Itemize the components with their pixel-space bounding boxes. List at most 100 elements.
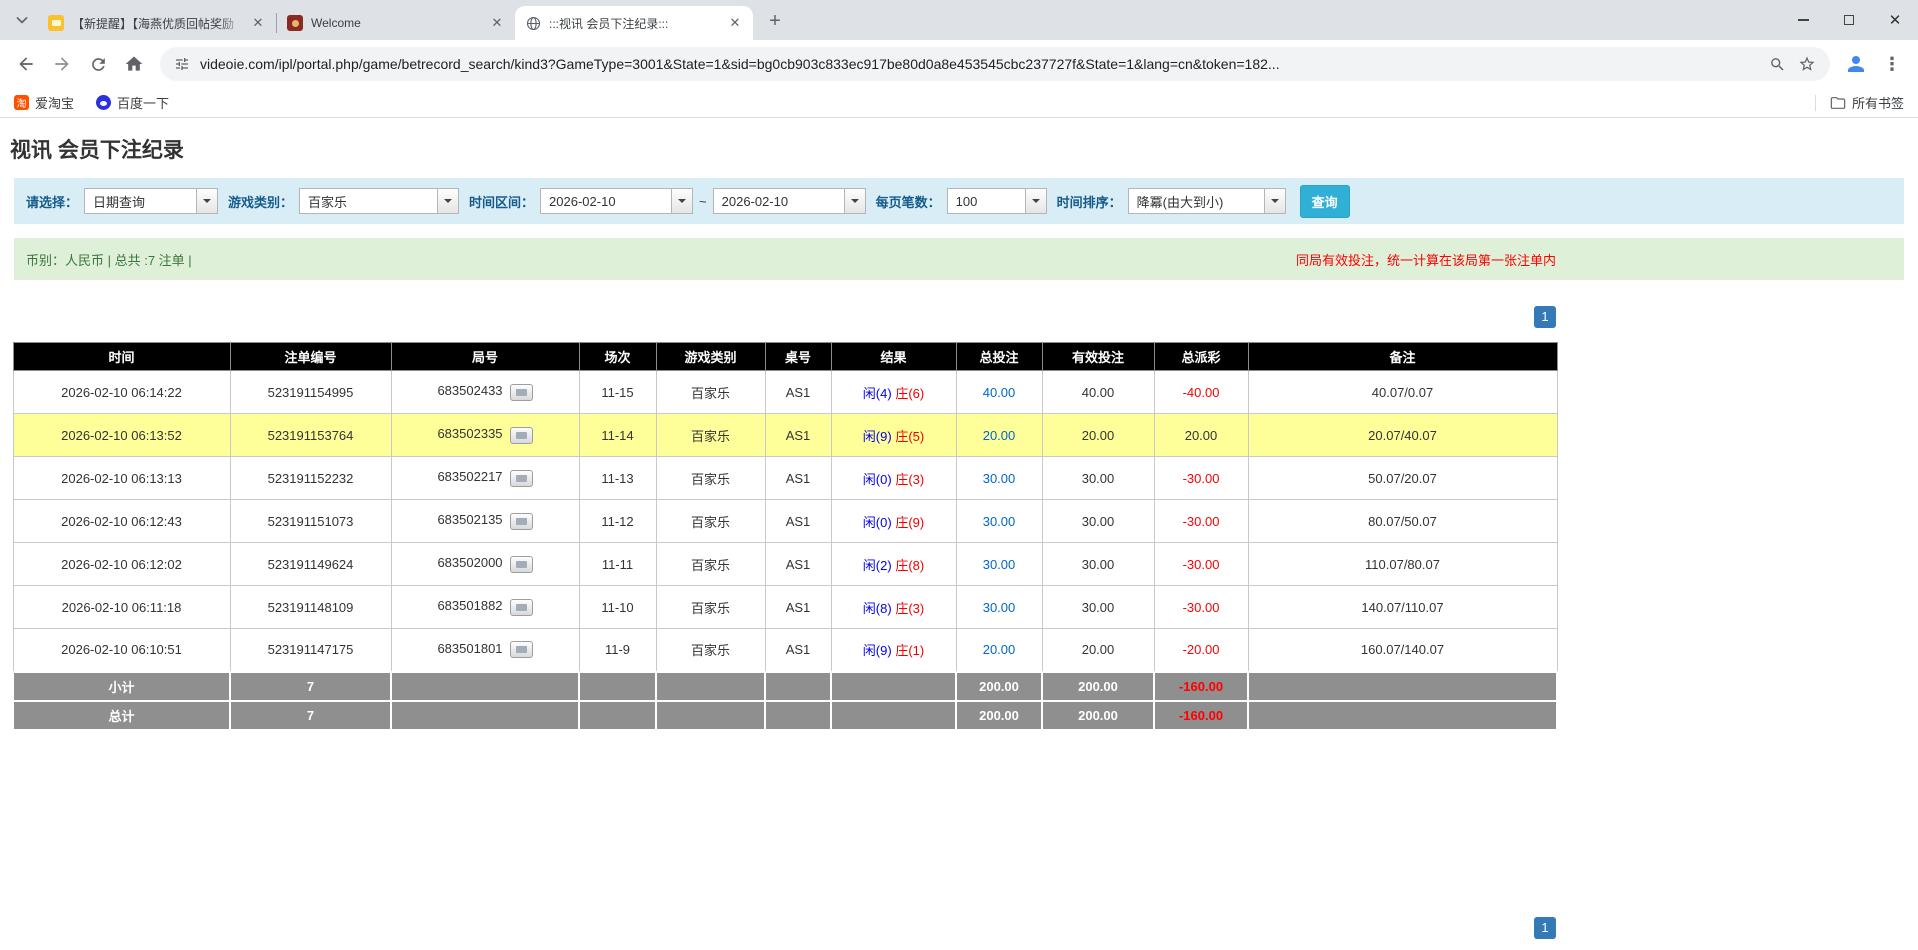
profile-avatar[interactable]: [1838, 46, 1874, 82]
cell-remark: 50.07/20.07: [1248, 457, 1557, 500]
game-type-select[interactable]: 百家乐: [299, 188, 459, 214]
cell-round: 683502217: [391, 457, 579, 500]
replay-video-icon[interactable]: [510, 599, 533, 616]
bookmark-label: 百度一下: [117, 93, 169, 112]
result-player: 闲(4): [863, 386, 892, 401]
close-tab-icon[interactable]: ✕: [250, 15, 266, 31]
bet-record-table: 时间注单编号局号场次游戏类别桌号结果总投注有效投注总派彩备注 2026-02-1…: [12, 342, 1558, 731]
column-header: 桌号: [765, 343, 831, 371]
same-round-notice-text: 同局有效投注，统一计算在该局第一张注单内: [1296, 250, 1556, 269]
cell-session: 11-12: [579, 500, 656, 543]
page-1-button[interactable]: 1: [1534, 306, 1556, 328]
cell-remark: 80.07/50.07: [1248, 500, 1557, 543]
bet-table-head-row: 时间注单编号局号场次游戏类别桌号结果总投注有效投注总派彩备注: [13, 343, 1557, 371]
close-tab-icon[interactable]: ✕: [727, 15, 743, 31]
browser-menu-kebab-icon[interactable]: ⋮: [1874, 46, 1910, 82]
taobao-icon: 淘: [14, 95, 29, 110]
query-type-select[interactable]: 日期查询: [84, 188, 218, 214]
maximize-button[interactable]: [1826, 0, 1872, 40]
forum-favicon-icon: [48, 15, 64, 31]
column-header: 有效投注: [1042, 343, 1154, 371]
home-button[interactable]: [116, 46, 152, 82]
column-header: 局号: [391, 343, 579, 371]
cell-result: 闲(9) 庄(1): [831, 629, 956, 672]
chevron-down-icon[interactable]: [671, 189, 692, 213]
reload-button[interactable]: [80, 46, 116, 82]
cell-result: 闲(9) 庄(5): [831, 414, 956, 457]
chevron-down-icon[interactable]: [196, 189, 217, 213]
bookmark-taobao[interactable]: 淘 爱淘宝: [14, 93, 74, 112]
date-to-picker[interactable]: 2026-02-10: [713, 188, 866, 214]
result-banker: 庄(3): [895, 601, 924, 616]
replay-video-icon[interactable]: [510, 427, 533, 444]
cell-valid-bet: 40.00: [1042, 371, 1154, 414]
table-row: 2026-02-10 06:13:13523191152232683502217…: [13, 457, 1557, 500]
cell-bet-id: 523191151073: [230, 500, 391, 543]
total-bet-link[interactable]: 30.00: [983, 600, 1016, 615]
page-size-select[interactable]: 100: [947, 188, 1047, 214]
navigation-bar: videoie.com/ipl/portal.php/game/betrecor…: [0, 40, 1918, 88]
forward-button[interactable]: [44, 46, 80, 82]
cell-total-bet: 30.00: [956, 500, 1042, 543]
close-tab-icon[interactable]: ✕: [489, 15, 505, 31]
cell-game-type: 百家乐: [656, 414, 765, 457]
cell-total-bet: 30.00: [956, 543, 1042, 586]
replay-video-icon[interactable]: [510, 384, 533, 401]
cell-valid-bet: 20.00: [1042, 414, 1154, 457]
bookmark-star-icon[interactable]: [1798, 55, 1816, 73]
date-from-picker[interactable]: 2026-02-10: [540, 188, 693, 214]
replay-video-icon[interactable]: [510, 513, 533, 530]
tab-welcome[interactable]: Welcome ✕: [277, 6, 515, 40]
payout-value: -20.00: [1183, 642, 1220, 657]
search-button[interactable]: 查询: [1300, 185, 1350, 218]
cell-table-no: AS1: [765, 543, 831, 586]
site-settings-icon[interactable]: [174, 56, 190, 72]
tab-search-chevron-icon[interactable]: [8, 6, 36, 34]
cell-session: 11-10: [579, 586, 656, 629]
tab-forum[interactable]: 【新提醒】【海燕优质回帖奖励 ✕: [38, 6, 276, 40]
replay-video-icon[interactable]: [510, 556, 533, 573]
cell-round: 683502433: [391, 371, 579, 414]
column-header: 总投注: [956, 343, 1042, 371]
column-header: 场次: [579, 343, 656, 371]
footer-label: 总计: [13, 701, 230, 730]
total-bet-link[interactable]: 30.00: [983, 471, 1016, 486]
close-window-button[interactable]: ✕: [1872, 0, 1918, 40]
divider: [1815, 95, 1816, 111]
cell-remark: 20.07/40.07: [1248, 414, 1557, 457]
sort-select[interactable]: 降冪(由大到小): [1128, 188, 1286, 214]
cell-table-no: AS1: [765, 629, 831, 672]
cell-table-no: AS1: [765, 414, 831, 457]
new-tab-button[interactable]: +: [761, 7, 789, 35]
total-bet-link[interactable]: 20.00: [983, 428, 1016, 443]
cell-table-no: AS1: [765, 457, 831, 500]
total-bet-link[interactable]: 30.00: [983, 514, 1016, 529]
total-bet-link[interactable]: 20.00: [983, 642, 1016, 657]
table-row: 2026-02-10 06:14:22523191154995683502433…: [13, 371, 1557, 414]
chevron-down-icon[interactable]: [437, 189, 458, 213]
tab-bet-record-active[interactable]: :::视讯 会员下注纪录::: ✕: [515, 6, 753, 40]
chevron-down-icon[interactable]: [1264, 189, 1285, 213]
url-text[interactable]: videoie.com/ipl/portal.php/game/betrecor…: [200, 56, 1757, 72]
result-banker: 庄(9): [895, 515, 924, 530]
zoom-icon[interactable]: [1769, 56, 1786, 73]
welcome-favicon-icon: [287, 15, 303, 31]
minimize-button[interactable]: [1780, 0, 1826, 40]
cell-bet-id: 523191147175: [230, 629, 391, 672]
cell-round: 683501882: [391, 586, 579, 629]
back-button[interactable]: [8, 46, 44, 82]
replay-video-icon[interactable]: [510, 641, 533, 658]
chevron-down-icon[interactable]: [844, 189, 865, 213]
bookmark-baidu[interactable]: 百度一下: [96, 93, 169, 112]
all-bookmarks-button[interactable]: 所有书签: [1815, 93, 1904, 112]
column-header: 备注: [1248, 343, 1557, 371]
chevron-down-icon[interactable]: [1025, 189, 1046, 213]
total-bet-link[interactable]: 40.00: [983, 385, 1016, 400]
tab-title: Welcome: [311, 16, 483, 30]
page-1-button[interactable]: 1: [1534, 917, 1556, 939]
table-row: 2026-02-10 06:10:51523191147175683501801…: [13, 629, 1557, 672]
total-bet-link[interactable]: 30.00: [983, 557, 1016, 572]
address-bar[interactable]: videoie.com/ipl/portal.php/game/betrecor…: [160, 47, 1830, 81]
replay-video-icon[interactable]: [510, 470, 533, 487]
cell-total-bet: 30.00: [956, 586, 1042, 629]
